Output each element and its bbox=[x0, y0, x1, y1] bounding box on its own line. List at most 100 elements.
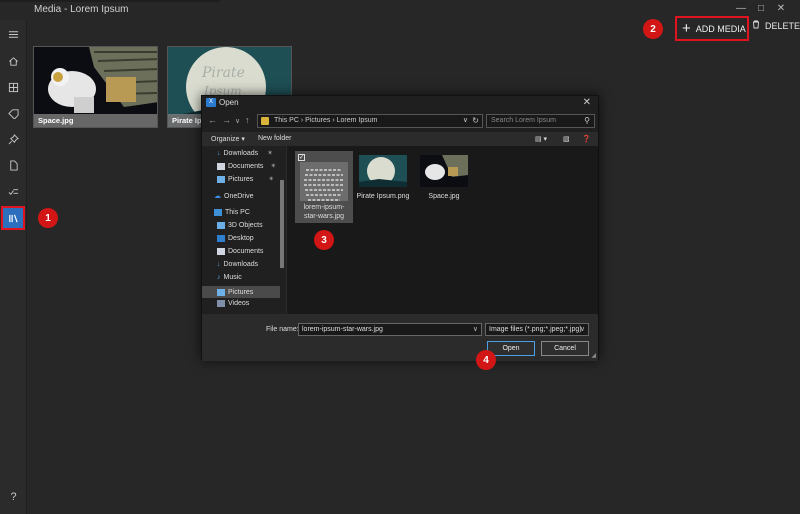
organize-button[interactable]: Organize ▾ bbox=[211, 135, 245, 143]
star-wars-thumbnail bbox=[300, 162, 348, 208]
tree-item-documents-pc[interactable]: Documents bbox=[217, 248, 263, 255]
pin-icon: ✶ bbox=[270, 163, 277, 170]
video-icon bbox=[217, 300, 225, 307]
pictures-icon bbox=[217, 175, 225, 183]
nav-rail: ? bbox=[0, 20, 27, 514]
tree-item-downloads[interactable]: ↓ Downloads ✶ bbox=[217, 149, 274, 158]
delete-button[interactable]: DELETE bbox=[752, 20, 800, 31]
address-bar[interactable]: This PC › Pictures › Lorem Ipsum ∨ ↻ bbox=[257, 114, 483, 128]
view-options-icon[interactable]: ▤ ▾ bbox=[535, 135, 547, 143]
step-badge-4: 4 bbox=[476, 350, 496, 370]
tree-item-pictures-pc[interactable]: Pictures bbox=[202, 286, 280, 298]
computer-icon bbox=[214, 209, 222, 216]
cube-icon bbox=[217, 222, 225, 229]
address-dropdown-icon[interactable]: ∨ bbox=[463, 116, 468, 124]
dialog-nav-bar: ← → ∨ ↑ This PC › Pictures › Lorem Ipsum… bbox=[202, 110, 598, 132]
command-bar: Organize ▾ New folder ▤ ▾ ▧ ❓ bbox=[202, 132, 598, 146]
dialog-title: Open bbox=[219, 98, 239, 107]
maximize-button[interactable]: □ bbox=[754, 3, 768, 14]
file-type-value: Image files (*.png;*.jpeg;*.jpg) bbox=[489, 326, 582, 333]
file-name: Space.jpg bbox=[428, 193, 460, 200]
pictures-icon bbox=[217, 288, 225, 296]
file-item-star-wars[interactable]: ✓ lorem-ipsum-star-wars.jpg bbox=[295, 151, 353, 223]
library-icon[interactable] bbox=[1, 206, 25, 230]
music-icon: ♪ bbox=[217, 274, 221, 281]
file-name: Pirate Ipsum.png bbox=[356, 193, 410, 200]
help-icon[interactable]: ❓ bbox=[582, 135, 591, 143]
file-name-input[interactable]: lorem-ipsum-star-wars.jpg ∨ bbox=[298, 323, 482, 336]
step-badge-2: 2 bbox=[643, 19, 663, 39]
tree-item-desktop[interactable]: Desktop bbox=[217, 235, 254, 242]
plus-icon: + bbox=[682, 19, 691, 37]
pin-icon[interactable] bbox=[3, 129, 24, 149]
window-title: Media - Lorem Ipsum bbox=[34, 4, 129, 15]
file-name-value: lorem-ipsum-star-wars.jpg bbox=[302, 326, 383, 333]
close-button[interactable]: ✕ bbox=[774, 3, 788, 14]
address-path: This PC › Pictures › Lorem Ipsum bbox=[274, 117, 378, 124]
document-icon[interactable] bbox=[3, 155, 24, 175]
new-folder-button[interactable]: New folder bbox=[258, 135, 291, 142]
step-badge-3: 3 bbox=[314, 230, 334, 250]
open-dialog: X Open ✕ ← → ∨ ↑ This PC › Pictures › Lo… bbox=[201, 95, 599, 361]
back-arrow-icon[interactable]: ← bbox=[208, 115, 217, 125]
cancel-button[interactable]: Cancel bbox=[541, 341, 589, 356]
document-icon bbox=[217, 162, 225, 170]
pin-icon: ✶ bbox=[268, 176, 275, 183]
dialog-title-bar: X Open ✕ bbox=[202, 96, 598, 110]
tree-item-pictures[interactable]: Pictures ✶ bbox=[217, 175, 274, 183]
download-icon: ↓ bbox=[217, 149, 221, 157]
tree-item-3d-objects[interactable]: 3D Objects bbox=[217, 222, 263, 229]
checklist-icon[interactable] bbox=[3, 181, 24, 201]
tree-item-onedrive[interactable]: ☁ OneDrive bbox=[214, 192, 254, 201]
add-media-label: ADD MEDIA bbox=[695, 23, 746, 34]
search-box[interactable]: Search Lorem Ipsum ⚲ bbox=[486, 114, 595, 128]
tree-item-videos[interactable]: Videos bbox=[217, 300, 249, 307]
checkbox-checked-icon[interactable]: ✓ bbox=[298, 154, 305, 161]
add-media-button[interactable]: + ADD MEDIA bbox=[675, 16, 749, 41]
file-list: ✓ lorem-ipsum-star-wars.jpg Pirate Ipsum… bbox=[287, 146, 598, 314]
home-icon[interactable] bbox=[3, 51, 24, 71]
search-placeholder: Search Lorem Ipsum bbox=[491, 117, 556, 124]
dialog-footer: File name: lorem-ipsum-star-wars.jpg ∨ I… bbox=[202, 314, 598, 361]
cloud-icon: ☁ bbox=[214, 193, 221, 200]
media-tile-space[interactable]: Space.jpg bbox=[33, 46, 158, 128]
step-badge-1: 1 bbox=[38, 208, 58, 228]
file-name-label: File name: bbox=[266, 326, 299, 333]
tile-caption: Space.jpg bbox=[34, 114, 157, 127]
space-file-thumbnail bbox=[420, 155, 468, 187]
file-type-select[interactable]: Image files (*.png;*.jpeg;*.jpg) ∨ bbox=[485, 323, 589, 336]
minimize-button[interactable]: — bbox=[734, 3, 748, 14]
search-icon: ⚲ bbox=[584, 116, 590, 125]
tag-icon[interactable] bbox=[3, 103, 24, 123]
help-icon[interactable]: ? bbox=[3, 487, 24, 507]
recent-dropdown-icon[interactable]: ∨ bbox=[235, 117, 240, 125]
forward-arrow-icon[interactable]: → bbox=[222, 115, 231, 125]
help-glyph: ? bbox=[10, 491, 17, 503]
tree-item-downloads-pc[interactable]: ↓ Downloads bbox=[217, 261, 258, 268]
file-item-space[interactable]: Space.jpg bbox=[415, 151, 473, 200]
preview-pane-icon[interactable]: ▧ bbox=[563, 135, 570, 143]
desktop-icon bbox=[217, 235, 225, 242]
grid-icon[interactable] bbox=[3, 77, 24, 97]
file-item-pirate[interactable]: Pirate Ipsum.png bbox=[354, 151, 412, 200]
menu-icon[interactable] bbox=[3, 24, 24, 44]
folder-tree: ↓ Downloads ✶ Documents ✶ Pictures ✶ ☁ OneDri… bbox=[202, 146, 286, 314]
document-icon bbox=[217, 248, 225, 255]
download-icon: ↓ bbox=[217, 261, 221, 268]
tree-item-documents[interactable]: Documents ✶ bbox=[217, 162, 276, 170]
scrollbar-thumb[interactable] bbox=[280, 180, 284, 268]
chevron-down-icon[interactable]: ∨ bbox=[473, 325, 478, 333]
refresh-icon[interactable]: ↻ bbox=[472, 116, 479, 125]
tree-scrollbar[interactable] bbox=[279, 150, 285, 310]
tree-item-this-pc[interactable]: This PC bbox=[214, 209, 250, 216]
up-arrow-icon[interactable]: ↑ bbox=[245, 115, 250, 125]
resize-grip-icon[interactable]: ◢ bbox=[591, 352, 596, 359]
delete-label: DELETE bbox=[765, 20, 800, 31]
pin-icon: ✶ bbox=[267, 150, 274, 157]
chevron-down-icon: ∨ bbox=[579, 326, 585, 333]
dialog-close-button[interactable]: ✕ bbox=[583, 97, 591, 108]
file-name: lorem-ipsum-star-wars.jpg bbox=[303, 204, 345, 220]
pirate-file-thumbnail bbox=[359, 155, 407, 187]
tree-item-music[interactable]: ♪ Music bbox=[217, 274, 242, 281]
folder-icon bbox=[261, 117, 269, 125]
